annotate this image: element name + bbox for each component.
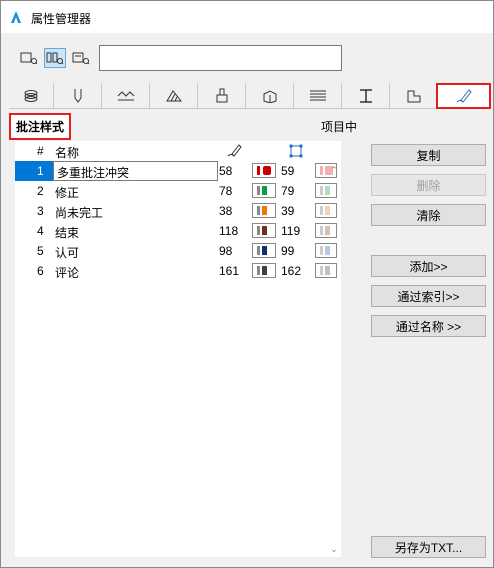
highlight-pen-number[interactable]: 119	[281, 224, 300, 238]
pen-color-swatch[interactable]	[252, 223, 276, 238]
pen-color-swatch[interactable]	[252, 203, 276, 218]
list-header: # 名称	[15, 141, 341, 161]
copy-button[interactable]: 复制	[371, 144, 486, 166]
list-item[interactable]: 6 评论 161 162	[15, 261, 341, 281]
composites-icon	[309, 90, 326, 101]
highlight-area-icon	[289, 144, 303, 158]
by-name-button[interactable]: 通过名称 >>	[371, 315, 486, 337]
highlight-pen-number[interactable]: 99	[281, 244, 294, 258]
attribute-tabs	[9, 83, 491, 109]
list-item[interactable]: 3 尚未完工 38 39	[15, 201, 341, 221]
row-name: 结束	[55, 226, 80, 240]
name-edit-field[interactable]: 多重批注冲突	[53, 161, 218, 181]
markup-pen-icon	[456, 89, 472, 103]
tab-pens[interactable]	[54, 83, 102, 109]
pen-color-swatch[interactable]	[252, 163, 276, 178]
search-input[interactable]	[99, 45, 342, 71]
row-number: 3	[37, 204, 44, 218]
add-button[interactable]: 添加>>	[371, 255, 486, 277]
markup-pen-icon	[227, 144, 242, 157]
building-material-icon	[263, 90, 276, 103]
clear-button[interactable]: 清除	[371, 204, 486, 226]
row-number: 5	[37, 244, 44, 258]
markup-style-list[interactable]: # 名称 1 多重批注冲突 58 59 2 修正 78 79 3 尚未完工 38	[15, 141, 341, 557]
pen-number[interactable]: 98	[219, 244, 232, 258]
zones-icon	[407, 90, 420, 103]
tab-line-types[interactable]	[102, 83, 150, 109]
highlight-color-swatch[interactable]	[315, 203, 337, 218]
pen-number[interactable]: 38	[219, 204, 232, 218]
highlight-color-swatch[interactable]	[315, 223, 337, 238]
row-name: 认可	[55, 246, 80, 260]
list-view-icon[interactable]	[18, 48, 40, 68]
highlight-pen-number[interactable]: 79	[281, 184, 294, 198]
tab-composites[interactable]	[294, 83, 342, 109]
tab-layers[interactable]	[9, 83, 54, 109]
scroll-up-arrow-icon[interactable]: ⌃	[327, 165, 341, 177]
detail-view-icon[interactable]	[70, 48, 92, 68]
highlight-color-swatch[interactable]	[315, 263, 337, 278]
tab-building-materials[interactable]	[246, 83, 294, 109]
attribute-manager-window: 属性管理器 批注样式 项目中 # 名称 1 多重批注冲突 58 59 2 修正 …	[0, 0, 494, 568]
pen-number[interactable]: 118	[219, 224, 238, 238]
pen-icon	[74, 89, 81, 103]
scroll-down-arrow-icon[interactable]: ⌄	[327, 544, 341, 556]
profile-icon	[359, 89, 372, 103]
pen-color-swatch[interactable]	[252, 263, 276, 278]
grid-view-icon[interactable]	[44, 48, 66, 68]
tab-markup-styles[interactable]	[436, 83, 491, 109]
row-number: 6	[37, 264, 44, 278]
tab-surfaces[interactable]	[198, 83, 246, 109]
pen-number[interactable]: 161	[219, 264, 239, 278]
tab-zones[interactable]	[390, 83, 438, 109]
pen-number[interactable]: 58	[219, 164, 232, 178]
by-index-button[interactable]: 通过索引>>	[371, 285, 486, 307]
highlight-color-swatch[interactable]	[315, 183, 337, 198]
row-name: 修正	[55, 186, 80, 200]
highlight-pen-number[interactable]: 59	[281, 164, 294, 178]
list-item[interactable]: 4 结束 118 119	[15, 221, 341, 241]
pen-color-swatch[interactable]	[252, 183, 276, 198]
highlight-pen-number[interactable]: 162	[281, 264, 301, 278]
row-number: 1	[37, 164, 44, 178]
save-as-txt-button[interactable]: 另存为TXT...	[371, 536, 486, 558]
tab-fills[interactable]	[150, 83, 198, 109]
list-item[interactable]: 2 修正 78 79	[15, 181, 341, 201]
section-title: 批注样式	[9, 113, 72, 140]
highlight-pen-number[interactable]: 39	[281, 204, 294, 218]
row-name: 评论	[55, 266, 80, 280]
layers-icon	[24, 90, 38, 102]
pen-number[interactable]: 78	[219, 184, 232, 198]
row-name: 尚未完工	[55, 206, 104, 220]
list-item[interactable]: 5 认可 98 99	[15, 241, 341, 261]
tab-profiles[interactable]	[342, 83, 390, 109]
pen-color-swatch[interactable]	[252, 243, 276, 258]
list-item[interactable]: 1 多重批注冲突 58 59	[15, 161, 341, 181]
paint-brush-icon	[216, 88, 227, 103]
title-bar: 属性管理器	[1, 1, 493, 33]
column-name[interactable]: 名称	[55, 144, 79, 161]
fills-icon	[165, 90, 182, 102]
row-number: 2	[37, 184, 44, 198]
row-number: 4	[37, 224, 44, 238]
delete-button[interactable]: 删除	[371, 174, 486, 196]
in-project-label: 项目中	[321, 120, 358, 134]
highlight-color-swatch[interactable]	[315, 243, 337, 258]
line-types-icon	[117, 91, 134, 101]
window-title: 属性管理器	[31, 12, 92, 26]
app-icon	[11, 11, 21, 23]
column-number[interactable]: #	[37, 144, 44, 158]
